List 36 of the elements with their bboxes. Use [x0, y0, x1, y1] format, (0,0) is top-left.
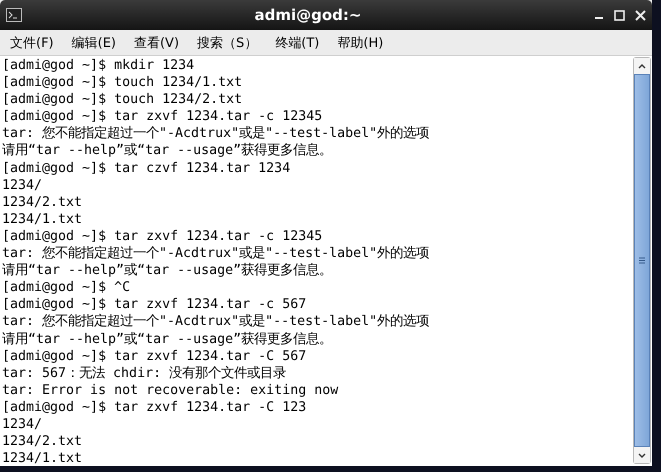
window-title: admi@god:~: [254, 6, 362, 24]
terminal-line: 1234/: [2, 176, 42, 194]
terminal-line: 1234/2.txt: [2, 433, 82, 450]
terminal-line: tar: 您不能指定超过一个"-Acdtrux"或是"--test-label"外的选项: [2, 245, 430, 262]
menu-item[interactable]: 编辑(E): [66, 32, 122, 54]
terminal-line: 1234/: [2, 416, 42, 434]
menu-item[interactable]: 查看(V): [128, 32, 186, 54]
scrollbar[interactable]: [633, 57, 651, 464]
terminal-line: tar: 您不能指定超过一个"-Acdtrux"或是"--test-label"外的选项: [2, 125, 430, 142]
terminal-line: [admi@god ~]$ touch 1234/2.txt: [2, 91, 242, 108]
grip-icon: [639, 257, 645, 264]
menu-item[interactable]: 文件(F): [4, 32, 60, 54]
terminal-line: tar: 567：无法 chdir: 没有那个文件或目录: [2, 364, 286, 382]
terminal-line: [admi@god ~]$ tar zxvf 1234.tar -C 123: [2, 398, 306, 416]
terminal-line: 1234/1.txt: [2, 210, 82, 228]
terminal-line: [admi@god ~]$ tar zxvf 1234.tar -c 12345: [2, 228, 322, 246]
maximize-icon[interactable]: [614, 10, 625, 20]
terminal-line: [admi@god ~]$ tar zxvf 1234.tar -c 12345: [2, 108, 322, 126]
terminal-line: [admi@god ~]$ tar zxvf 1234.tar -c 567: [2, 296, 306, 314]
menu-item[interactable]: 帮助(H): [331, 32, 390, 54]
terminal-line: [admi@god ~]$ ^C: [2, 279, 130, 296]
terminal-line: 请用“tar --help”或“tar --usage”获得更多信息。: [2, 142, 332, 160]
terminal-line: [admi@god ~]$ tar zxvf 1234.tar -C 567: [2, 348, 306, 365]
menu-item[interactable]: 搜索（S）: [191, 32, 264, 54]
terminal-line: tar: 您不能指定超过一个"-Acdtrux"或是"--test-label"外的选项: [2, 313, 430, 330]
terminal-line: [admi@god ~]$ mkdir 1234: [2, 57, 194, 74]
terminal-icon: [6, 8, 22, 22]
terminal-line: 请用“tar --help”或“tar --usage”获得更多信息。: [2, 330, 332, 348]
terminal-line: 1234/1.txt: [2, 450, 82, 466]
terminal-line: tar: Error is not recoverable: exiting now: [2, 382, 338, 399]
terminal-line: 1234/2.txt: [2, 194, 82, 211]
terminal-line: [admi@god ~]$ tar czvf 1234.tar 1234: [2, 160, 290, 177]
menu-item[interactable]: 终端(T): [269, 32, 326, 54]
terminal-line: [admi@god ~]$ touch 1234/1.txt: [2, 74, 242, 92]
close-icon[interactable]: [635, 10, 646, 20]
terminal-line: 请用“tar --help”或“tar --usage”获得更多信息。: [2, 262, 332, 280]
